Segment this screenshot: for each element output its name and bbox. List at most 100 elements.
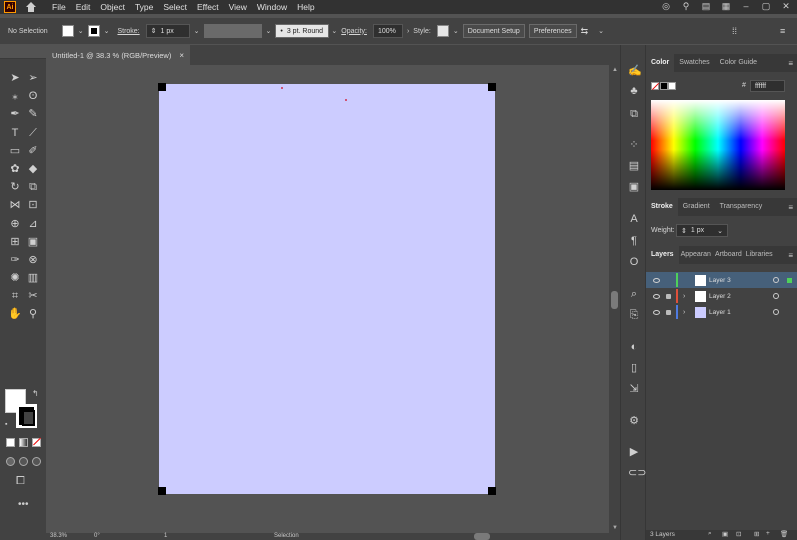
anchor-point[interactable] xyxy=(345,99,347,101)
lasso-tool-icon[interactable]: ʘ xyxy=(24,87,42,105)
chevron-down-icon[interactable]: ⌄ xyxy=(598,27,604,35)
character-icon[interactable]: A xyxy=(628,213,640,225)
new-layer-icon[interactable]: ⊞ xyxy=(754,530,759,538)
blend-tool-icon[interactable]: ⊗ xyxy=(24,251,42,269)
layer-name[interactable]: Layer 1 xyxy=(709,309,731,316)
default-fill-stroke-icon[interactable]: ▪ xyxy=(5,421,7,428)
column-graph-tool-icon[interactable]: ▥ xyxy=(24,269,42,287)
tab-libraries[interactable]: Libraries xyxy=(744,246,775,264)
tab-swatches[interactable]: Swatches xyxy=(674,54,714,72)
layer-name[interactable]: Layer 2 xyxy=(709,293,731,300)
opacity-field[interactable]: 100% xyxy=(372,24,403,38)
stroke-weight-field[interactable]: ⇕ 1 px xyxy=(145,24,190,38)
new-layer-plus-icon[interactable]: + xyxy=(766,530,770,537)
chevron-down-icon[interactable]: ⌄ xyxy=(331,27,337,35)
mesh-tool-icon[interactable]: ⊞ xyxy=(6,233,24,251)
layer-row[interactable]: › Layer 2 xyxy=(646,288,797,304)
chevron-right-icon[interactable]: › xyxy=(683,293,685,300)
links-chain-icon[interactable]: ⊂⊃ xyxy=(628,467,646,479)
zoom-tool-icon[interactable]: ⚲ xyxy=(24,305,42,323)
properties-gear-icon[interactable]: ⚙ xyxy=(628,415,640,427)
color-mode-icon[interactable] xyxy=(6,438,15,447)
zoom-level[interactable]: 38.3% xyxy=(50,533,67,539)
symbols-icon[interactable]: ♣ xyxy=(628,85,640,97)
visibility-eye-icon[interactable] xyxy=(653,277,660,283)
home-icon[interactable] xyxy=(26,2,36,12)
panel-menu-icon[interactable]: ≡ xyxy=(788,251,793,260)
none-color-icon[interactable] xyxy=(651,82,660,91)
target-icon[interactable] xyxy=(773,309,779,315)
target-icon[interactable] xyxy=(773,293,779,299)
minimize-icon[interactable]: – xyxy=(741,1,751,11)
stroke-label[interactable]: Stroke: xyxy=(117,28,139,35)
chevron-down-icon[interactable]: ⌄ xyxy=(104,27,110,35)
slice-tool-icon[interactable]: ✂ xyxy=(24,287,42,305)
color-spectrum[interactable] xyxy=(651,100,785,190)
maximize-icon[interactable]: ▢ xyxy=(761,1,771,11)
symbol-sprayer-tool-icon[interactable]: ✺ xyxy=(6,269,24,287)
free-transform-tool-icon[interactable]: ⊡ xyxy=(24,196,42,214)
menu-view[interactable]: View xyxy=(229,2,247,12)
menu-help[interactable]: Help xyxy=(297,2,314,12)
canvas-area[interactable] xyxy=(46,65,609,533)
panel-menu-icon[interactable]: ≡ xyxy=(788,203,793,212)
close-tab-icon[interactable]: × xyxy=(179,51,184,60)
menu-type[interactable]: Type xyxy=(135,2,153,12)
magic-wand-tool-icon[interactable]: ⁎ xyxy=(6,87,24,105)
rotate-tool-icon[interactable]: ↻ xyxy=(6,178,24,196)
layer-name[interactable]: Layer 3 xyxy=(709,277,731,284)
tab-stroke[interactable]: Stroke xyxy=(646,198,678,216)
locate-object-icon[interactable]: ⌕ xyxy=(708,530,712,538)
anchor-point[interactable] xyxy=(281,87,283,89)
lock-icon[interactable] xyxy=(666,293,671,299)
stroke-color-box[interactable] xyxy=(16,404,37,428)
actions-play-icon[interactable]: ▶ xyxy=(628,446,640,458)
vertical-scrollbar[interactable]: ▲ ▼ xyxy=(609,65,620,533)
document-tab[interactable]: Untitled-1 @ 38.3 % (RGB/Preview) × xyxy=(46,45,190,65)
chevron-down-icon[interactable]: ⌄ xyxy=(266,27,272,35)
stroke-weight-panel-field[interactable]: ⇕ 1 px ⌄ xyxy=(676,224,728,237)
brushes-icon[interactable]: ✍ xyxy=(628,65,642,77)
tab-gradient[interactable]: Gradient xyxy=(678,198,715,216)
stepper-icon[interactable]: ⇕ xyxy=(681,227,687,235)
direct-selection-tool-icon[interactable]: ➢ xyxy=(24,69,42,87)
panel-menu-icon[interactable]: ≡ xyxy=(788,59,793,68)
hand-tool-icon[interactable]: ✋ xyxy=(6,305,24,323)
brush-definition[interactable]: • 3 pt. Round xyxy=(275,24,330,38)
menu-effect[interactable]: Effect xyxy=(197,2,219,12)
artboard-corner-handle[interactable] xyxy=(488,487,496,495)
align-icon[interactable]: ⁘ xyxy=(628,139,640,151)
graphic-styles-icon[interactable]: ◐ xyxy=(628,341,640,353)
stroke-swatch[interactable] xyxy=(87,25,100,37)
tab-color-guide[interactable]: Color Guide xyxy=(715,54,762,72)
fill-swatch[interactable] xyxy=(61,25,74,37)
width-tool-icon[interactable]: ⋈ xyxy=(6,196,24,214)
image-trace-icon[interactable]: ⌕ xyxy=(628,288,640,300)
opentype-icon[interactable]: O xyxy=(628,256,640,268)
arrange-icon[interactable]: ⇆ xyxy=(581,26,589,37)
paintbrush-tool-icon[interactable]: ✐ xyxy=(24,142,42,160)
variable-width-field[interactable] xyxy=(203,24,262,38)
pathfinder-icon[interactable]: ▤ xyxy=(628,160,640,172)
chevron-down-icon[interactable]: ⌄ xyxy=(194,27,200,35)
rectangle-tool-icon[interactable]: ▭ xyxy=(6,142,24,160)
draw-inside-icon[interactable] xyxy=(32,457,41,466)
links-icon[interactable]: ▣ xyxy=(628,181,640,193)
chevron-down-icon[interactable]: ⌄ xyxy=(453,27,459,35)
tab-color[interactable]: Color xyxy=(646,54,675,72)
shaper-tool-icon[interactable]: ✿ xyxy=(6,160,24,178)
perspective-grid-tool-icon[interactable]: ⊿ xyxy=(24,215,42,233)
artboard-corner-handle[interactable] xyxy=(158,83,166,91)
hex-color-field[interactable]: ffffff xyxy=(750,80,785,92)
menu-window[interactable]: Window xyxy=(257,2,287,12)
scale-tool-icon[interactable]: ⧉ xyxy=(24,178,42,196)
menu-object[interactable]: Object xyxy=(100,2,125,12)
visibility-eye-icon[interactable] xyxy=(653,293,660,299)
edit-toolbar-icon[interactable]: ••• xyxy=(18,499,29,510)
eraser-tool-icon[interactable]: ◆ xyxy=(24,160,42,178)
rotation-value[interactable]: 0° xyxy=(94,533,100,539)
gradient-mode-icon[interactable] xyxy=(19,438,28,447)
visibility-eye-icon[interactable] xyxy=(653,309,660,315)
asset-export-icon[interactable]: ⎘ xyxy=(628,309,640,321)
selection-indicator[interactable] xyxy=(787,277,792,283)
